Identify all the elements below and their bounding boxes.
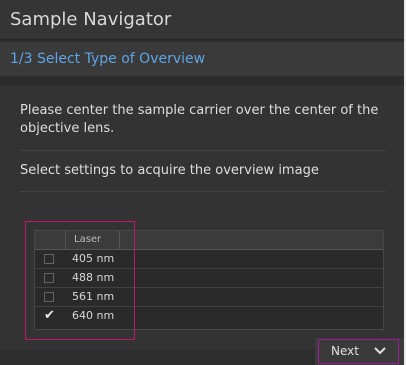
prompt-text: Select settings to acquire the overview … [20, 163, 319, 178]
chevron-down-icon [374, 347, 386, 355]
panel-title: Sample Navigator [0, 0, 404, 40]
step-header[interactable]: 1/3 Select Type of Overview [0, 42, 404, 76]
next-button[interactable]: Next [318, 339, 399, 364]
highlight-box-laser-table [25, 221, 135, 340]
divider [20, 191, 386, 192]
divider [20, 150, 386, 151]
next-label: Next [331, 344, 359, 358]
instruction-text: Please center the sample carrier over th… [20, 103, 379, 136]
